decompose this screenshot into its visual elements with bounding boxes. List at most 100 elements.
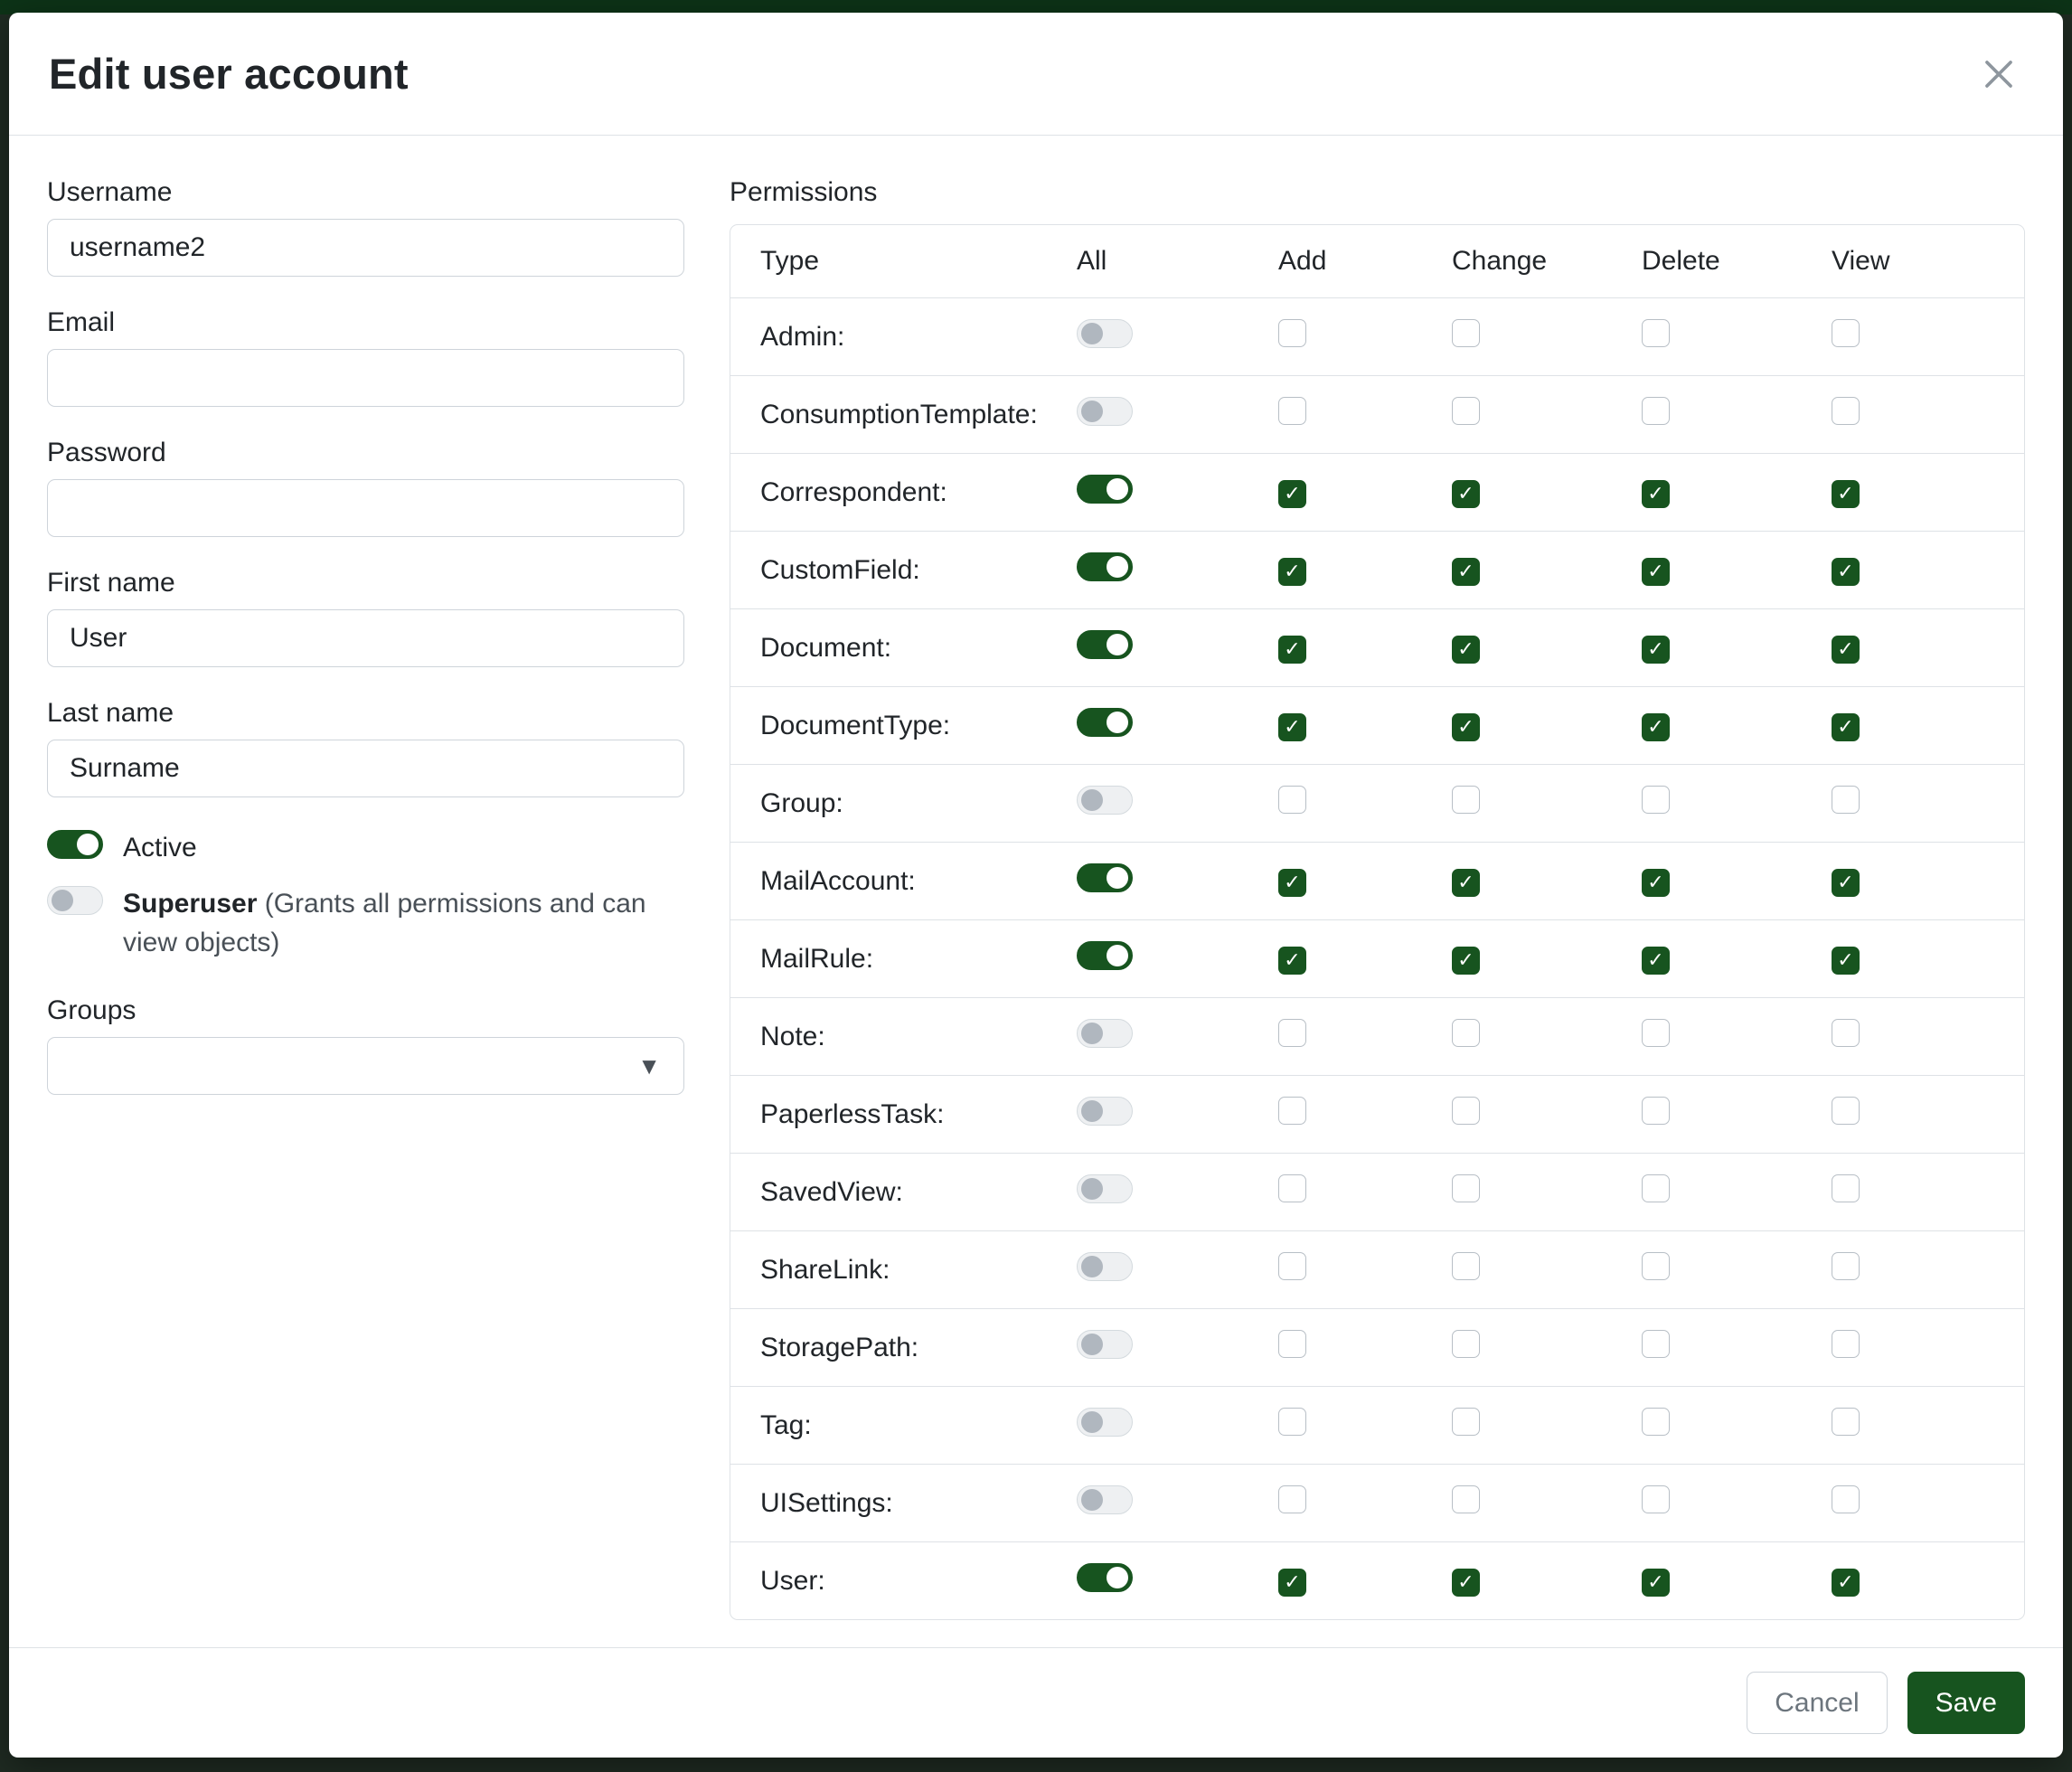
permission-view-checkbox[interactable] bbox=[1832, 1408, 1860, 1436]
permission-add-checkbox[interactable] bbox=[1278, 1408, 1306, 1436]
email-field[interactable] bbox=[47, 349, 684, 407]
permission-all-toggle[interactable] bbox=[1077, 1330, 1133, 1359]
permission-change-checkbox[interactable] bbox=[1452, 1174, 1480, 1202]
permission-delete-checkbox[interactable] bbox=[1642, 1019, 1670, 1047]
permission-delete-checkbox[interactable] bbox=[1642, 786, 1670, 814]
permission-view-checkbox[interactable] bbox=[1832, 786, 1860, 814]
permission-delete-checkbox[interactable]: ✓ bbox=[1642, 1569, 1670, 1597]
permission-change-checkbox[interactable] bbox=[1452, 1019, 1480, 1047]
groups-input[interactable] bbox=[47, 1037, 684, 1095]
permission-change-checkbox[interactable]: ✓ bbox=[1452, 947, 1480, 975]
permission-change-checkbox[interactable] bbox=[1452, 1097, 1480, 1125]
permission-delete-checkbox[interactable] bbox=[1642, 1097, 1670, 1125]
permission-delete-checkbox[interactable]: ✓ bbox=[1642, 869, 1670, 897]
permission-view-checkbox[interactable] bbox=[1832, 1330, 1860, 1358]
permission-delete-checkbox[interactable] bbox=[1642, 1174, 1670, 1202]
permission-all-toggle[interactable] bbox=[1077, 1174, 1133, 1203]
groups-select[interactable]: ▼ bbox=[47, 1037, 684, 1095]
permission-add-checkbox[interactable] bbox=[1278, 319, 1306, 347]
permission-change-checkbox[interactable]: ✓ bbox=[1452, 636, 1480, 664]
permission-add-checkbox[interactable] bbox=[1278, 1174, 1306, 1202]
permission-change-checkbox[interactable]: ✓ bbox=[1452, 713, 1480, 741]
permission-view-checkbox[interactable]: ✓ bbox=[1832, 1569, 1860, 1597]
permission-all-toggle[interactable] bbox=[1077, 786, 1133, 815]
permission-view-checkbox[interactable] bbox=[1832, 397, 1860, 425]
permission-all-toggle[interactable] bbox=[1077, 552, 1133, 581]
first-name-field[interactable] bbox=[47, 609, 684, 667]
permission-all-toggle[interactable] bbox=[1077, 630, 1133, 659]
permission-view-checkbox[interactable]: ✓ bbox=[1832, 636, 1860, 664]
permission-change-checkbox[interactable] bbox=[1452, 1252, 1480, 1280]
superuser-toggle[interactable] bbox=[47, 886, 103, 915]
permission-view-checkbox[interactable] bbox=[1832, 1019, 1860, 1047]
permission-all-toggle[interactable] bbox=[1077, 1408, 1133, 1437]
cancel-button[interactable]: Cancel bbox=[1747, 1672, 1887, 1735]
permission-delete-checkbox[interactable]: ✓ bbox=[1642, 558, 1670, 586]
permission-change-cell bbox=[1452, 1174, 1642, 1210]
permission-delete-checkbox[interactable] bbox=[1642, 1252, 1670, 1280]
permission-delete-checkbox[interactable]: ✓ bbox=[1642, 480, 1670, 508]
password-field[interactable] bbox=[47, 479, 684, 537]
permission-change-checkbox[interactable]: ✓ bbox=[1452, 1569, 1480, 1597]
permission-add-checkbox[interactable] bbox=[1278, 786, 1306, 814]
permission-all-toggle[interactable] bbox=[1077, 941, 1133, 970]
permission-change-checkbox[interactable] bbox=[1452, 1485, 1480, 1513]
permission-delete-checkbox[interactable] bbox=[1642, 1408, 1670, 1436]
permission-all-toggle[interactable] bbox=[1077, 1019, 1133, 1048]
close-button[interactable] bbox=[1974, 50, 2023, 99]
save-button[interactable]: Save bbox=[1907, 1672, 2025, 1735]
permission-add-checkbox[interactable] bbox=[1278, 1252, 1306, 1280]
permission-change-checkbox[interactable]: ✓ bbox=[1452, 869, 1480, 897]
active-toggle[interactable] bbox=[47, 830, 103, 859]
permission-delete-checkbox[interactable]: ✓ bbox=[1642, 713, 1670, 741]
permission-add-checkbox[interactable]: ✓ bbox=[1278, 636, 1306, 664]
permission-add-checkbox[interactable] bbox=[1278, 1485, 1306, 1513]
permission-delete-checkbox[interactable] bbox=[1642, 397, 1670, 425]
permission-add-checkbox[interactable]: ✓ bbox=[1278, 869, 1306, 897]
active-label-wrap: Active bbox=[123, 828, 197, 868]
permission-add-checkbox[interactable] bbox=[1278, 1097, 1306, 1125]
permission-view-checkbox[interactable] bbox=[1832, 1252, 1860, 1280]
username-input[interactable] bbox=[47, 219, 684, 277]
permission-all-toggle[interactable] bbox=[1077, 1485, 1133, 1514]
permission-all-toggle[interactable] bbox=[1077, 319, 1133, 348]
permission-view-checkbox[interactable]: ✓ bbox=[1832, 869, 1860, 897]
permission-delete-checkbox[interactable] bbox=[1642, 1485, 1670, 1513]
permission-delete-checkbox[interactable]: ✓ bbox=[1642, 947, 1670, 975]
permission-change-checkbox[interactable] bbox=[1452, 1330, 1480, 1358]
permission-add-checkbox[interactable] bbox=[1278, 397, 1306, 425]
permission-view-checkbox[interactable]: ✓ bbox=[1832, 558, 1860, 586]
permission-change-checkbox[interactable]: ✓ bbox=[1452, 558, 1480, 586]
permission-add-checkbox[interactable]: ✓ bbox=[1278, 947, 1306, 975]
permission-add-checkbox[interactable] bbox=[1278, 1330, 1306, 1358]
permission-change-checkbox[interactable]: ✓ bbox=[1452, 480, 1480, 508]
permission-view-checkbox[interactable]: ✓ bbox=[1832, 480, 1860, 508]
permission-all-toggle[interactable] bbox=[1077, 397, 1133, 426]
permission-change-checkbox[interactable] bbox=[1452, 786, 1480, 814]
permission-all-toggle[interactable] bbox=[1077, 1563, 1133, 1592]
permission-change-checkbox[interactable] bbox=[1452, 1408, 1480, 1436]
permission-view-checkbox[interactable] bbox=[1832, 1174, 1860, 1202]
permission-change-checkbox[interactable] bbox=[1452, 397, 1480, 425]
permission-delete-checkbox[interactable] bbox=[1642, 319, 1670, 347]
permission-change-checkbox[interactable] bbox=[1452, 319, 1480, 347]
permission-add-checkbox[interactable] bbox=[1278, 1019, 1306, 1047]
last-name-field[interactable] bbox=[47, 740, 684, 797]
permission-all-toggle[interactable] bbox=[1077, 1097, 1133, 1126]
permission-view-cell: ✓ bbox=[1832, 1565, 2024, 1597]
permission-add-checkbox[interactable]: ✓ bbox=[1278, 558, 1306, 586]
permission-add-checkbox[interactable]: ✓ bbox=[1278, 1569, 1306, 1597]
permission-all-toggle[interactable] bbox=[1077, 863, 1133, 892]
permission-view-checkbox[interactable]: ✓ bbox=[1832, 947, 1860, 975]
permission-view-checkbox[interactable] bbox=[1832, 1485, 1860, 1513]
permission-delete-checkbox[interactable] bbox=[1642, 1330, 1670, 1358]
permission-view-checkbox[interactable]: ✓ bbox=[1832, 713, 1860, 741]
permission-all-toggle[interactable] bbox=[1077, 475, 1133, 504]
permission-view-checkbox[interactable] bbox=[1832, 1097, 1860, 1125]
permission-delete-checkbox[interactable]: ✓ bbox=[1642, 636, 1670, 664]
permission-add-checkbox[interactable]: ✓ bbox=[1278, 480, 1306, 508]
permission-all-toggle[interactable] bbox=[1077, 708, 1133, 737]
permission-add-checkbox[interactable]: ✓ bbox=[1278, 713, 1306, 741]
permission-all-toggle[interactable] bbox=[1077, 1252, 1133, 1281]
permission-view-checkbox[interactable] bbox=[1832, 319, 1860, 347]
